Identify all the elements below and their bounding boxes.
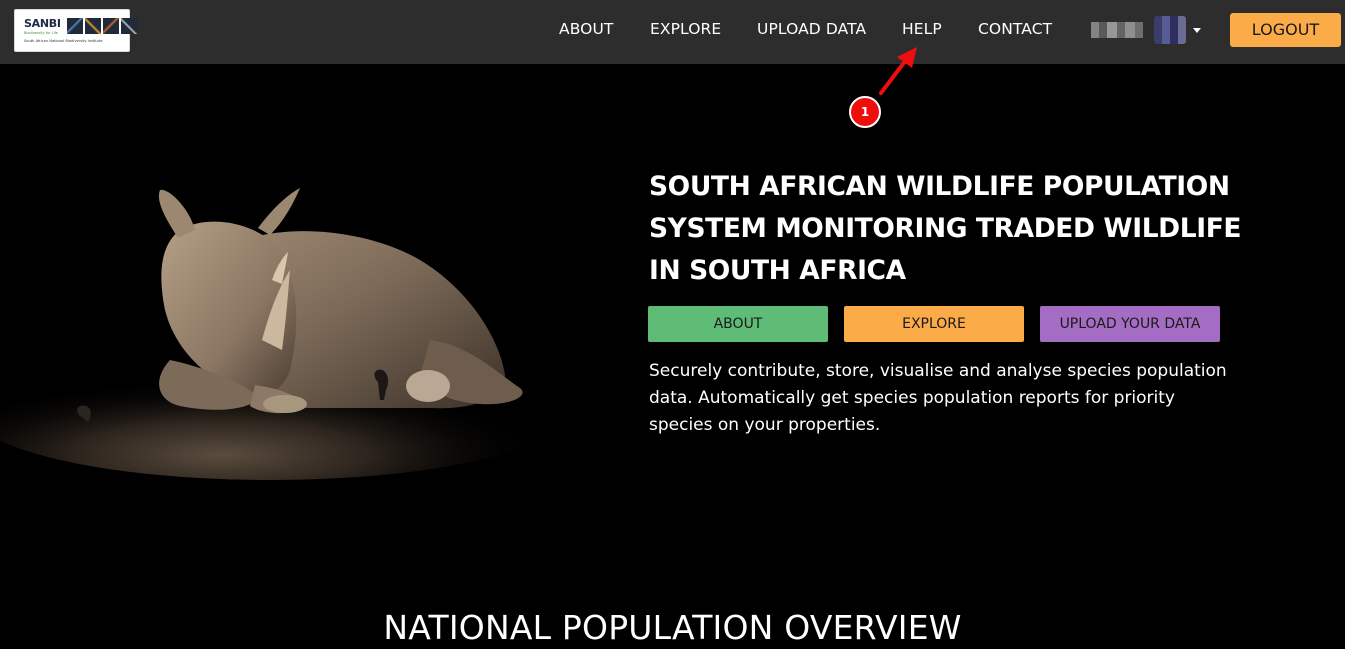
user-avatar[interactable] [1154,16,1186,44]
nav-about[interactable]: ABOUT [559,20,613,38]
explore-button[interactable]: EXPLORE [844,306,1024,342]
user-name-blurred[interactable] [1091,22,1143,38]
top-navbar: SANBI Biodiversity for Life South Africa… [0,0,1345,64]
upload-your-data-button[interactable]: UPLOAD YOUR DATA [1040,306,1220,342]
annotation-badge: 1 [849,96,881,128]
nav-explore[interactable]: EXPLORE [650,20,721,38]
about-button[interactable]: ABOUT [648,306,828,342]
logo-full-name: South African National Biodiversity Inst… [24,39,103,43]
hero-description: Securely contribute, store, visualise an… [649,361,1227,435]
logo-emblem-icons [67,18,137,34]
logo-wordmark: SANBI [24,17,61,30]
rhino-hero-image [0,188,570,480]
national-population-overview-heading: NATIONAL POPULATION OVERVIEW [383,608,962,647]
nav-help[interactable]: HELP [902,20,942,38]
nav-upload-data[interactable]: UPLOAD DATA [757,20,866,38]
logo-tagline: Biodiversity for Life [24,31,58,35]
nav-contact[interactable]: CONTACT [978,20,1052,38]
chevron-down-icon[interactable] [1193,28,1201,33]
sanbi-logo[interactable]: SANBI Biodiversity for Life South Africa… [14,9,137,52]
logout-button[interactable]: LOGOUT [1230,13,1341,47]
hero-title: SOUTH AFRICAN WILDLIFE POPULATION SYSTEM… [649,171,1242,286]
